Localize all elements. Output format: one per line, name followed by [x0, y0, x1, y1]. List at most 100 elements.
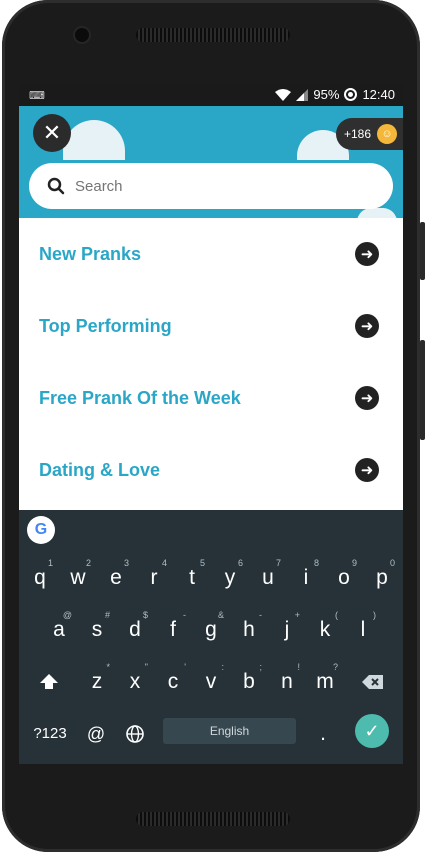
at-key[interactable]: @: [81, 708, 111, 760]
key-hint: :: [221, 662, 224, 672]
status-bar: ⌨ 95% 12:40: [19, 84, 403, 106]
shift-key[interactable]: [31, 656, 67, 708]
volume-button: [420, 222, 425, 280]
cloud-decoration: [63, 120, 125, 160]
key-hint: 2: [85, 558, 91, 568]
key-m[interactable]: m?: [306, 656, 344, 708]
key-hint: ': [184, 662, 186, 672]
category-free-prank-of-the-week[interactable]: Free Prank Of the Week ➜: [19, 362, 403, 434]
key-letter: t: [189, 566, 195, 589]
key-letter: f: [170, 618, 176, 641]
category-dating-and-love[interactable]: Dating & Love ➜: [19, 434, 403, 506]
key-o[interactable]: o9: [325, 552, 363, 604]
key-k[interactable]: k(: [306, 604, 344, 656]
key-letter: c: [167, 670, 179, 693]
key-v[interactable]: v:: [192, 656, 230, 708]
key-hint: $: [142, 610, 148, 620]
key-hint: 9: [351, 558, 357, 568]
keyboard-row-2: a @ s # d $ f - g & h - j + k(l): [19, 604, 403, 656]
key-h[interactable]: h-: [230, 604, 268, 656]
key-letter: d: [129, 618, 141, 641]
battery-level: 95%: [313, 87, 340, 102]
key-hint: ;: [259, 662, 262, 672]
key-u[interactable]: u7: [249, 552, 287, 604]
key-letter: u: [262, 566, 274, 589]
wifi-icon: [275, 88, 292, 101]
key-d[interactable]: d $: [116, 604, 154, 656]
key-y[interactable]: y6: [211, 552, 249, 604]
key-e[interactable]: e3: [97, 552, 135, 604]
arrow-right-icon[interactable]: ➜: [355, 314, 379, 338]
key-hint: 8: [313, 558, 319, 568]
key-hint: 4: [161, 558, 167, 568]
period-key[interactable]: .: [311, 708, 335, 760]
key-hint: 7: [275, 558, 281, 568]
keyboard-row-4: ?123 @ English . ✓: [19, 708, 403, 760]
globe-key[interactable]: [119, 708, 151, 760]
key-letter: x: [129, 670, 141, 693]
category-new-pranks[interactable]: New Pranks ➜: [19, 218, 403, 290]
enter-key[interactable]: ✓: [355, 714, 389, 748]
search-input[interactable]: [73, 176, 357, 196]
key-hint: 3: [123, 558, 129, 568]
search-bar[interactable]: [29, 163, 393, 209]
key-t[interactable]: t5: [173, 552, 211, 604]
arrow-right-icon[interactable]: ➜: [355, 386, 379, 410]
symbols-key[interactable]: ?123: [27, 708, 73, 760]
close-button[interactable]: ✕: [33, 114, 71, 152]
key-letter: n: [281, 670, 293, 693]
backspace-key[interactable]: [355, 656, 391, 708]
keyboard-toolbar: G: [19, 510, 403, 550]
key-g[interactable]: g &: [192, 604, 230, 656]
coin-icon: ☺: [377, 124, 397, 144]
key-s[interactable]: s #: [78, 604, 116, 656]
key-letter: w: [70, 566, 86, 589]
coin-balance[interactable]: +186 ☺: [335, 118, 403, 150]
key-hint: 6: [237, 558, 243, 568]
front-camera: [75, 28, 89, 42]
keyboard-row-1: q1w2e3r4t5y6u7i8o9p0: [19, 552, 403, 604]
category-label: Top Performing: [39, 315, 172, 336]
key-p[interactable]: p0: [363, 552, 401, 604]
key-hint: &: [217, 610, 224, 620]
key-hint: ?: [332, 662, 338, 672]
key-hint: (: [335, 610, 338, 620]
category-label: Dating & Love: [39, 459, 161, 480]
category-label: New Pranks: [39, 243, 142, 264]
category-list: New Pranks ➜ Top Performing ➜ Free Prank…: [19, 218, 403, 506]
key-letter: e: [110, 566, 122, 589]
search-icon: [47, 177, 65, 195]
key-x[interactable]: x ": [116, 656, 154, 708]
key-j[interactable]: j +: [268, 604, 306, 656]
keyboard-row-3: z * x " c ' v: b; n! m?: [19, 656, 403, 708]
space-bar[interactable]: English: [163, 718, 296, 744]
key-hint: ): [373, 610, 376, 620]
keyboard-icon: ⌨: [29, 90, 45, 102]
key-letter: g: [205, 618, 217, 641]
key-n[interactable]: n!: [268, 656, 306, 708]
screen: ⌨ 95% 12:40 ✕ +186 ☺ New Pranks ➜: [19, 84, 403, 764]
globe-icon: [126, 725, 144, 744]
key-l[interactable]: l): [344, 604, 382, 656]
key-hint: -: [259, 610, 262, 620]
key-q[interactable]: q1: [21, 552, 59, 604]
key-letter: h: [243, 618, 255, 641]
key-letter: o: [338, 566, 350, 589]
key-letter: z: [91, 670, 103, 693]
key-letter: s: [91, 618, 103, 641]
arrow-right-icon[interactable]: ➜: [355, 458, 379, 482]
key-f[interactable]: f-: [154, 604, 192, 656]
key-c[interactable]: c ': [154, 656, 192, 708]
key-letter: q: [34, 566, 46, 589]
key-z[interactable]: z *: [78, 656, 116, 708]
check-icon: ✓: [364, 720, 380, 741]
key-hint: @: [62, 610, 72, 620]
key-b[interactable]: b;: [230, 656, 268, 708]
arrow-right-icon[interactable]: ➜: [355, 242, 379, 266]
key-r[interactable]: r4: [135, 552, 173, 604]
key-i[interactable]: i8: [287, 552, 325, 604]
category-label: Free Prank Of the Week: [39, 387, 241, 408]
key-hint: 1: [47, 558, 53, 568]
category-top-performing[interactable]: Top Performing ➜: [19, 290, 403, 362]
key-a[interactable]: a @: [40, 604, 78, 656]
